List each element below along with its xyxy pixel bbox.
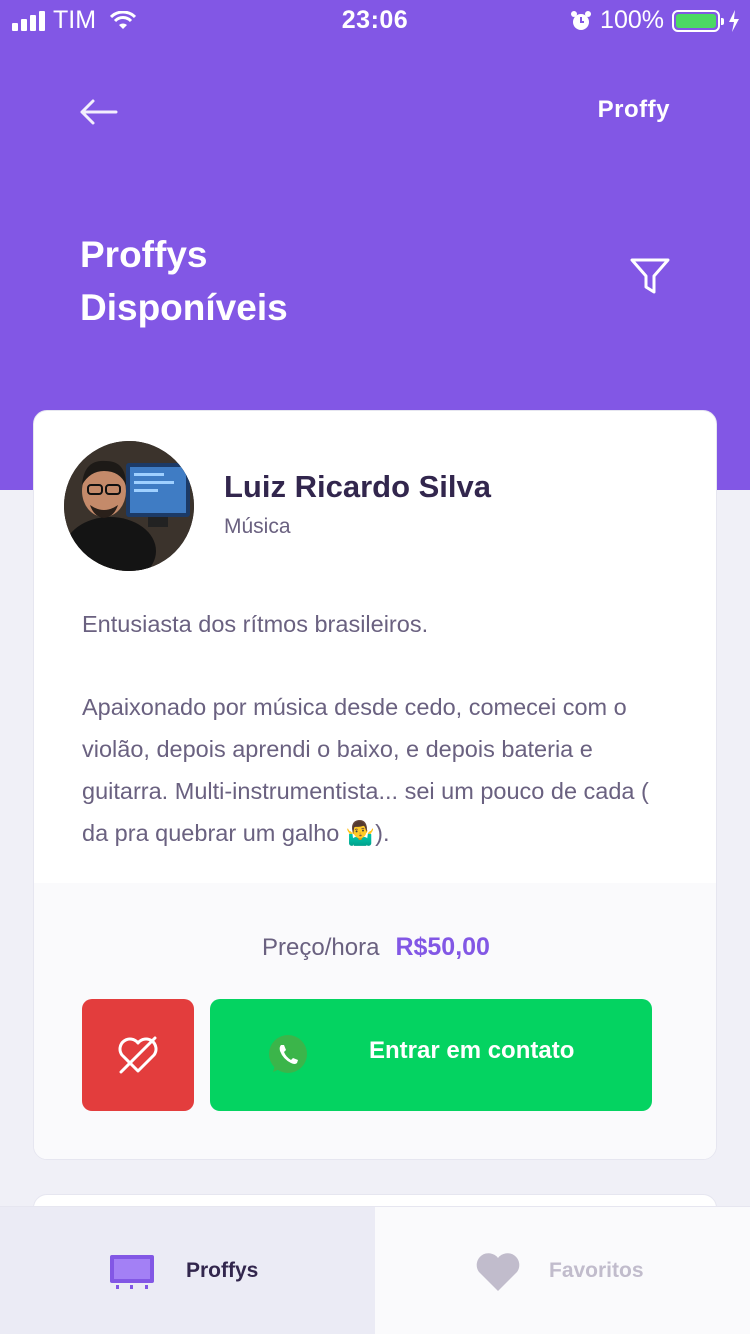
heart-outline-icon <box>118 1036 158 1074</box>
back-arrow-icon[interactable] <box>78 96 118 128</box>
teacher-avatar <box>64 441 194 571</box>
price-value: R$50,00 <box>395 933 490 961</box>
contact-label: Entrar em contato <box>369 1037 575 1064</box>
contact-button[interactable]: Entrar em contato <box>210 999 652 1111</box>
whatsapp-icon <box>269 1035 307 1073</box>
battery-icon <box>672 9 724 32</box>
charging-icon <box>729 9 739 32</box>
price-row: Preço/hora R$50,00 <box>34 933 716 962</box>
filter-icon[interactable] <box>628 254 672 298</box>
card-footer: Preço/hora R$50,00 Entrar em contato <box>34 883 716 1159</box>
battery-percent: 100% <box>600 6 664 34</box>
tab-proffys[interactable]: Proffys <box>0 1207 375 1334</box>
teacher-bio: Entusiasta dos rítmos brasileiros. Apaix… <box>82 603 672 854</box>
tab-proffys-label: Proffys <box>186 1259 259 1282</box>
alarm-icon <box>571 10 592 30</box>
teacher-subject: Música <box>224 515 291 538</box>
teacher-name: Luiz Ricardo Silva <box>224 469 492 504</box>
bio-paragraph: Entusiasta dos rítmos brasileiros. <box>82 611 429 637</box>
bio-paragraph: Apaixonado por música desde cedo, comece… <box>82 694 649 846</box>
proffy-logo: Proffy <box>597 96 670 123</box>
tab-favoritos-label: Favoritos <box>549 1259 644 1282</box>
status-bar: TIM 23:06 100% <box>0 0 750 40</box>
price-label: Preço/hora <box>262 934 380 961</box>
page-title: Proffys Disponíveis <box>80 234 288 328</box>
easel-icon <box>110 1255 154 1289</box>
heart-icon <box>476 1253 520 1291</box>
tab-bar: Proffys Favoritos <box>0 1206 750 1334</box>
tab-favoritos[interactable]: Favoritos <box>375 1207 750 1334</box>
teacher-card: Luiz Ricardo Silva Música Entusiasta dos… <box>33 410 717 1160</box>
unfavorite-button[interactable] <box>82 999 194 1111</box>
